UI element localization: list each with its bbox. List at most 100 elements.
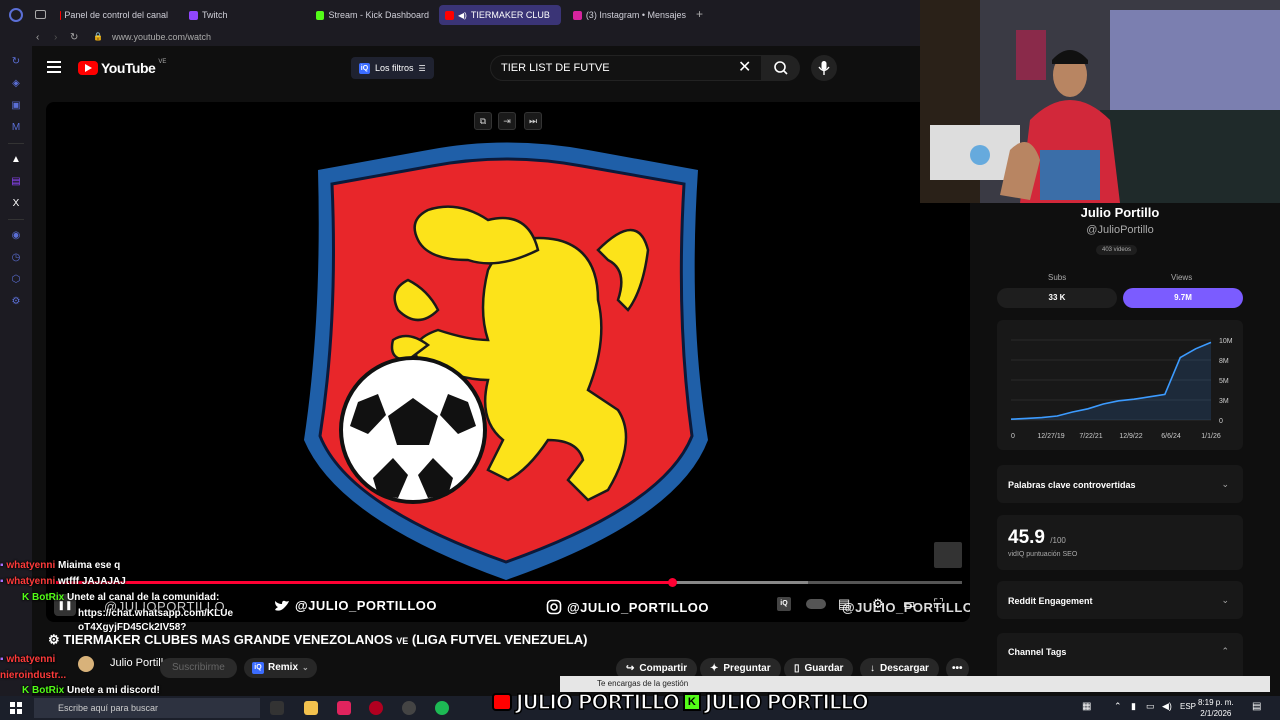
chart-x-tick: 6/6/24 — [1161, 433, 1181, 440]
tab-tiermaker[interactable]: ◀) TIERMAKER CLUB — [439, 5, 561, 25]
sidebar-clock-icon[interactable]: ◷ — [10, 252, 22, 264]
keyboard-icon[interactable]: ▦ — [1082, 701, 1091, 712]
taskbar-clock[interactable]: 8:19 p. m. 2/1/2026 — [1198, 697, 1234, 719]
tray-chevron-icon[interactable]: ⌃ — [1114, 701, 1122, 712]
settings-gear-icon[interactable]: ⚙ — [872, 596, 884, 612]
url-text[interactable]: www.youtube.com/watch — [112, 32, 211, 42]
tab-label: TIERMAKER CLUB — [470, 10, 550, 20]
video-progress-bar[interactable] — [56, 578, 962, 587]
microphone-tray-icon[interactable]: ▮ — [1131, 701, 1136, 712]
volume-icon[interactable]: ◀) — [1162, 701, 1172, 712]
sidebar-divider — [8, 143, 24, 144]
tab-label: Panel de control del canal — [64, 10, 168, 20]
reddit-engagement-section[interactable]: Reddit Engagement ⌄ — [997, 581, 1243, 619]
club-crest-image — [304, 142, 708, 580]
tab-instagram[interactable]: (3) Instagram • Mensajes — [567, 5, 692, 25]
chevron-up-icon: ⌃ — [1221, 646, 1229, 656]
tab-label: Stream - Kick Dashboard — [328, 10, 429, 20]
chevron-down-icon: ⌄ — [1221, 479, 1229, 489]
chat-message: K BotRix Unete a mi discord! — [22, 685, 160, 696]
sidebar-gear-icon[interactable]: ⚙ — [10, 296, 22, 308]
miniplayer-icon[interactable]: ⧉ — [474, 112, 492, 130]
chat-text: oT4XgyjFD45Ck2IV58? — [78, 622, 187, 633]
forward-icon[interactable]: › — [54, 32, 57, 43]
browser-logo-icon[interactable] — [9, 8, 23, 22]
file-explorer-icon[interactable] — [304, 701, 318, 715]
search-input[interactable]: TIER LIST DE FUTVE — [490, 55, 762, 81]
twitch-icon — [189, 10, 198, 20]
chat-username: BotRix — [32, 685, 65, 696]
channel-watermark-image[interactable] — [934, 542, 962, 568]
banner-youtube-name: JULIO PORTILLO — [515, 689, 680, 715]
chart-x-tick: 12/27/19 — [1037, 433, 1064, 440]
filters-label: Los filtros — [375, 63, 414, 73]
obs-icon[interactable] — [402, 701, 416, 715]
tab-twitch[interactable]: Twitch — [183, 5, 293, 25]
theater-mode-icon[interactable]: ▭ — [903, 596, 915, 612]
sidebar-arrow-icon[interactable]: ▲ — [10, 154, 22, 166]
tab-channel-dashboard[interactable]: Panel de control del canal — [54, 5, 174, 25]
clear-search-icon[interactable]: ✕ — [738, 55, 751, 81]
sidebar-refresh-icon[interactable]: ↻ — [10, 56, 22, 68]
chart-x-tick: 12/9/22 — [1119, 433, 1142, 440]
back-icon[interactable]: ‹ — [36, 32, 39, 43]
seo-score-card: 45.9 /100 vidIQ puntuación SEO — [997, 515, 1243, 570]
sidebar-m-icon[interactable]: M — [10, 122, 22, 134]
popout-icon[interactable]: ⇥ — [498, 112, 516, 130]
subtitles-icon[interactable]: ▤ — [838, 596, 850, 612]
autoplay-toggle[interactable] — [806, 599, 826, 609]
youtube-header: YouTube VE iQ Los filtros ☰ TIER LIST DE… — [32, 46, 920, 90]
chart-x-tick: 7/22/21 — [1079, 433, 1102, 440]
search-icon — [774, 61, 788, 75]
sidebar-bag-icon[interactable]: ◈ — [10, 78, 22, 90]
notifications-icon[interactable]: ▤ — [1252, 701, 1261, 712]
reload-icon[interactable]: ↻ — [70, 32, 78, 43]
sidebar-divider — [8, 219, 24, 220]
network-icon[interactable]: ▭ — [1146, 701, 1155, 712]
subs-value[interactable]: 33 K — [997, 288, 1117, 308]
tiktok-icon[interactable] — [337, 701, 351, 715]
subscribe-button[interactable]: Suscribirme — [160, 658, 237, 678]
remix-button[interactable]: iQ Remix ⌄ — [244, 658, 317, 678]
vidiq-player-icon[interactable]: iQ — [777, 597, 791, 611]
controversial-keywords-section[interactable]: Palabras clave controvertidas ⌄ — [997, 465, 1243, 503]
channel-avatar[interactable] — [78, 656, 94, 672]
sidebar-gamepad-icon[interactable]: ▣ — [10, 100, 22, 112]
channel-tags-section[interactable]: Channel Tags ⌃ — [997, 633, 1243, 681]
vidiq-panel: Julio Portillo @JulioPortillo 403 videos… — [986, 203, 1254, 683]
sidebar-x-icon[interactable]: X — [10, 198, 22, 210]
taskbar-search-input[interactable]: Escribe aquí para buscar — [34, 698, 260, 718]
sidebar-play-icon[interactable]: ◉ — [10, 230, 22, 242]
chevron-down-icon: ⌄ — [1221, 595, 1229, 605]
video-title-text: TIERMAKER CLUBES MAS GRANDE VENEZOLANOS — [63, 632, 393, 647]
sidebar-cube-icon[interactable]: ⬡ — [10, 274, 22, 286]
sidebar-twitch-icon[interactable]: ▤ — [10, 176, 22, 188]
views-value[interactable]: 9.7M — [1123, 288, 1243, 308]
progress-scrubber[interactable] — [668, 578, 678, 587]
tab-overview-icon[interactable] — [35, 10, 46, 19]
next-icon[interactable]: ⏭ — [524, 112, 542, 130]
vidiq-icon: iQ — [359, 62, 370, 74]
chat-badge-icon: ▪ — [0, 654, 4, 665]
video-player[interactable]: ⧉ ⇥ ⏭ @JULIO_PORTILLOO @JULIO_PORTILLOO … — [46, 102, 970, 622]
hamburger-menu-icon[interactable] — [47, 61, 61, 73]
banner-kick-name: JULIO PORTILLO — [704, 689, 869, 715]
new-tab-button[interactable]: + — [696, 7, 703, 21]
voice-search-button[interactable] — [811, 55, 837, 81]
language-indicator[interactable]: ESP — [1180, 702, 1196, 711]
task-view-icon[interactable] — [270, 701, 284, 715]
fullscreen-icon[interactable]: ⛶ — [934, 596, 943, 612]
controversial-keywords-label: Palabras clave controvertidas — [1008, 480, 1136, 490]
vidiq-channel-name: Julio Portillo — [1080, 205, 1160, 220]
spotify-icon[interactable] — [435, 701, 449, 715]
windows-start-icon[interactable] — [10, 702, 22, 714]
opera-gx-icon[interactable] — [369, 701, 383, 715]
microphone-icon — [818, 61, 830, 75]
search-button[interactable] — [762, 55, 800, 81]
chat-text: wtfff JAJAJAJ — [58, 576, 126, 587]
vidiq-filters-button[interactable]: iQ Los filtros ☰ — [351, 57, 434, 79]
tab-kick-dashboard[interactable]: Stream - Kick Dashboard — [310, 5, 435, 25]
youtube-logo[interactable]: YouTube VE — [78, 59, 166, 76]
speaker-icon: ◀) — [458, 10, 467, 20]
chart-y-tick: 5M — [1219, 378, 1229, 385]
